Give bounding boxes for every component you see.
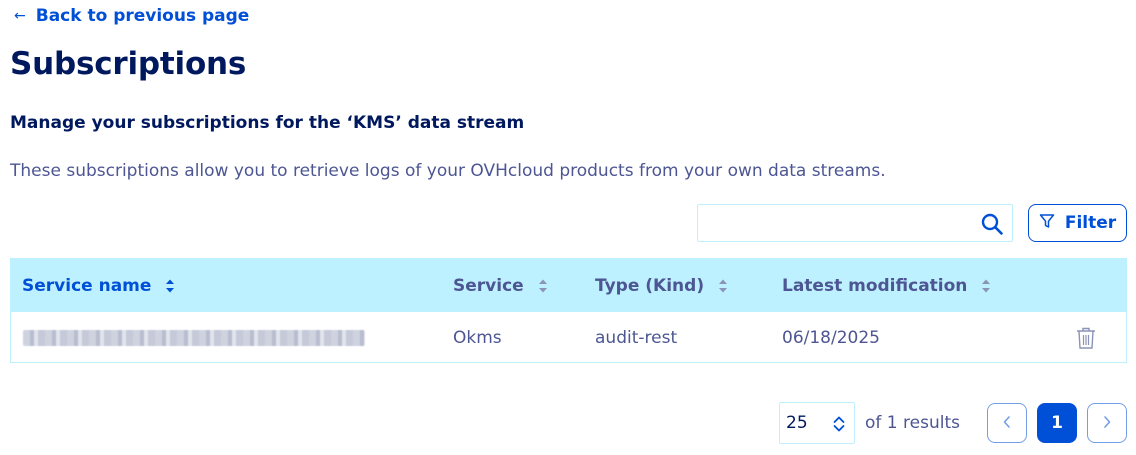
page-size-value: 25 bbox=[786, 413, 808, 433]
column-header-service[interactable]: Service bbox=[453, 259, 548, 312]
back-link-label: Back to previous page bbox=[35, 6, 250, 26]
search-input[interactable] bbox=[706, 205, 966, 241]
sort-icon bbox=[538, 278, 548, 294]
column-label: Service name bbox=[22, 275, 152, 296]
modified-cell: 06/18/2025 bbox=[782, 327, 880, 348]
filter-icon bbox=[1039, 213, 1055, 234]
trash-icon[interactable] bbox=[1075, 326, 1097, 350]
column-label: Service bbox=[453, 275, 524, 296]
chevron-up-down-icon bbox=[832, 414, 846, 434]
filter-button-label: Filter bbox=[1064, 213, 1117, 233]
arrow-left-icon: ← bbox=[14, 8, 26, 24]
column-header-latest-modification[interactable]: Latest modification bbox=[782, 259, 991, 312]
type-cell: audit-rest bbox=[595, 327, 678, 348]
search-field bbox=[697, 204, 1013, 242]
table-row: Okms audit-rest 06/18/2025 bbox=[11, 312, 1126, 363]
filter-button[interactable]: Filter bbox=[1028, 204, 1127, 242]
redacted-service-name bbox=[23, 329, 365, 346]
previous-page-button[interactable] bbox=[987, 403, 1027, 443]
chevron-left-icon bbox=[1002, 414, 1012, 433]
table-header: Service name Service Type (Kind) Latest … bbox=[11, 259, 1126, 312]
sort-icon bbox=[981, 278, 991, 294]
page-size-select[interactable]: 25 bbox=[779, 402, 855, 444]
sort-icon bbox=[718, 278, 728, 294]
results-count: of 1 results bbox=[865, 413, 960, 433]
page-description: These subscriptions allow you to retriev… bbox=[10, 161, 886, 181]
page-subtitle: Manage your subscriptions for the ‘KMS’ … bbox=[10, 113, 525, 133]
subscriptions-table: Service name Service Type (Kind) Latest … bbox=[10, 258, 1127, 363]
service-cell: Okms bbox=[453, 327, 502, 348]
page-title: Subscriptions bbox=[10, 46, 247, 82]
page-button-current[interactable]: 1 bbox=[1037, 403, 1077, 443]
back-link[interactable]: ← Back to previous page bbox=[14, 4, 249, 28]
column-header-type[interactable]: Type (Kind) bbox=[595, 259, 728, 312]
search-icon[interactable] bbox=[980, 212, 1004, 236]
next-page-button[interactable] bbox=[1087, 403, 1127, 443]
sort-icon bbox=[165, 278, 175, 294]
chevron-right-icon bbox=[1102, 414, 1112, 433]
service-name-cell bbox=[23, 312, 365, 363]
column-header-service-name[interactable]: Service name bbox=[22, 259, 175, 312]
column-label: Latest modification bbox=[782, 275, 968, 296]
column-label: Type (Kind) bbox=[595, 275, 705, 296]
